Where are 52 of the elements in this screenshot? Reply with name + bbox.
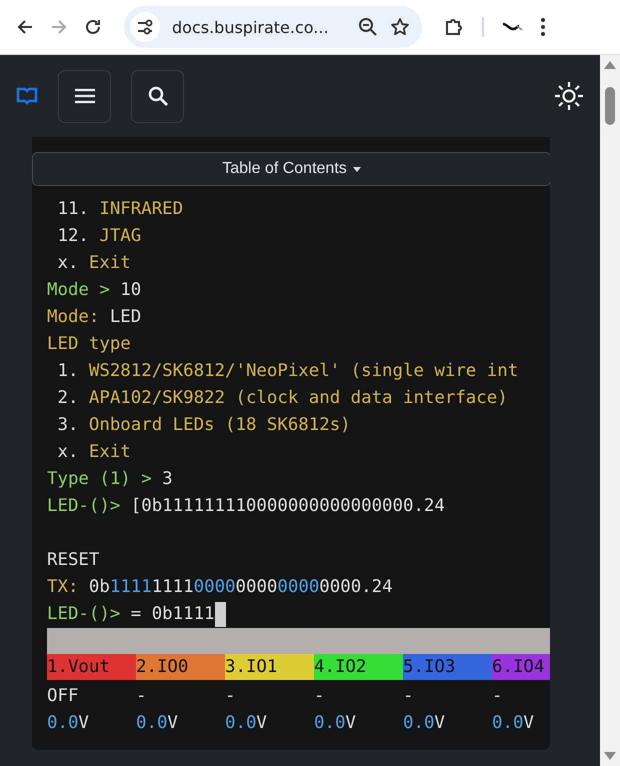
pin-voltage: 0.0V	[314, 712, 357, 735]
pin-label: 1.Vout	[47, 654, 136, 680]
terminal-line: 1. WS2812/SK6812/'NeoPixel' (single wire int	[56, 360, 520, 383]
scroll-up-icon[interactable]	[604, 61, 616, 69]
back-icon[interactable]	[16, 18, 34, 36]
terminal-line: x. Exit	[56, 252, 132, 275]
terminal-line: Type (1) > 3	[47, 468, 174, 491]
scrollbar-thumb[interactable]	[605, 87, 615, 125]
pin-voltage: 0.0V	[492, 712, 535, 735]
pin-state: -	[492, 685, 504, 708]
terminal-line: x. Exit	[56, 441, 132, 464]
pin-label: 2.IO0	[136, 654, 225, 680]
pin-state: -	[136, 685, 148, 708]
terminal-line: LED type	[47, 333, 132, 356]
pin-voltage: 0.0V	[225, 712, 268, 735]
caret-icon	[352, 166, 361, 172]
pin-label: 3.IO1	[225, 654, 314, 680]
zoom-out-icon[interactable]	[358, 17, 378, 37]
table-of-contents-button[interactable]: Table of Contents	[32, 152, 550, 186]
site-settings-icon[interactable]	[130, 12, 160, 42]
extensions-icon[interactable]	[444, 17, 464, 37]
terminal-line: Mode: LED	[47, 306, 142, 329]
address-bar[interactable]: docs.buspirate.co...	[124, 6, 422, 48]
sun-icon[interactable]	[554, 81, 584, 111]
terminal-line: 11. INFRARED	[56, 198, 184, 221]
pin-label: 6.IO4	[492, 654, 550, 680]
book-icon[interactable]	[16, 87, 38, 105]
terminal-line: LED-()> [0b111111110000000000000000.24	[47, 495, 446, 518]
search-icon	[146, 85, 168, 107]
reload-icon[interactable]	[84, 18, 102, 36]
terminal-line: LED-()> = 0b1111	[47, 601, 550, 628]
terminal-line: 2. APA102/SK9822 (clock and data interface)	[56, 387, 509, 410]
scroll-down-icon[interactable]	[604, 752, 616, 760]
pin-label: 5.IO3	[403, 654, 492, 680]
terminal-line: 3. Onboard LEDs (18 SK6812s)	[56, 414, 352, 437]
terminal-line: RESET	[47, 549, 100, 572]
menu-icon[interactable]	[540, 17, 546, 37]
search-button[interactable]	[131, 70, 184, 122]
star-icon[interactable]	[390, 17, 410, 37]
pin-state: -	[314, 685, 326, 708]
pin-voltage: 0.0V	[403, 712, 446, 735]
pin-state: OFF	[47, 685, 80, 708]
menu-icon	[74, 88, 96, 104]
pin-voltage: 0.0V	[47, 712, 90, 735]
terminal-line: TX: 0b111111110000000000000000.24	[47, 576, 394, 599]
terminal-line: 12. JTAG	[56, 225, 142, 248]
terminal-line: Mode > 10	[47, 279, 142, 302]
pin-state: -	[403, 685, 414, 708]
pin-voltage: 0.0V	[136, 712, 179, 735]
menu-button[interactable]	[58, 70, 111, 122]
pin-label: 4.IO2	[314, 654, 403, 680]
pin-state: -	[225, 685, 236, 708]
